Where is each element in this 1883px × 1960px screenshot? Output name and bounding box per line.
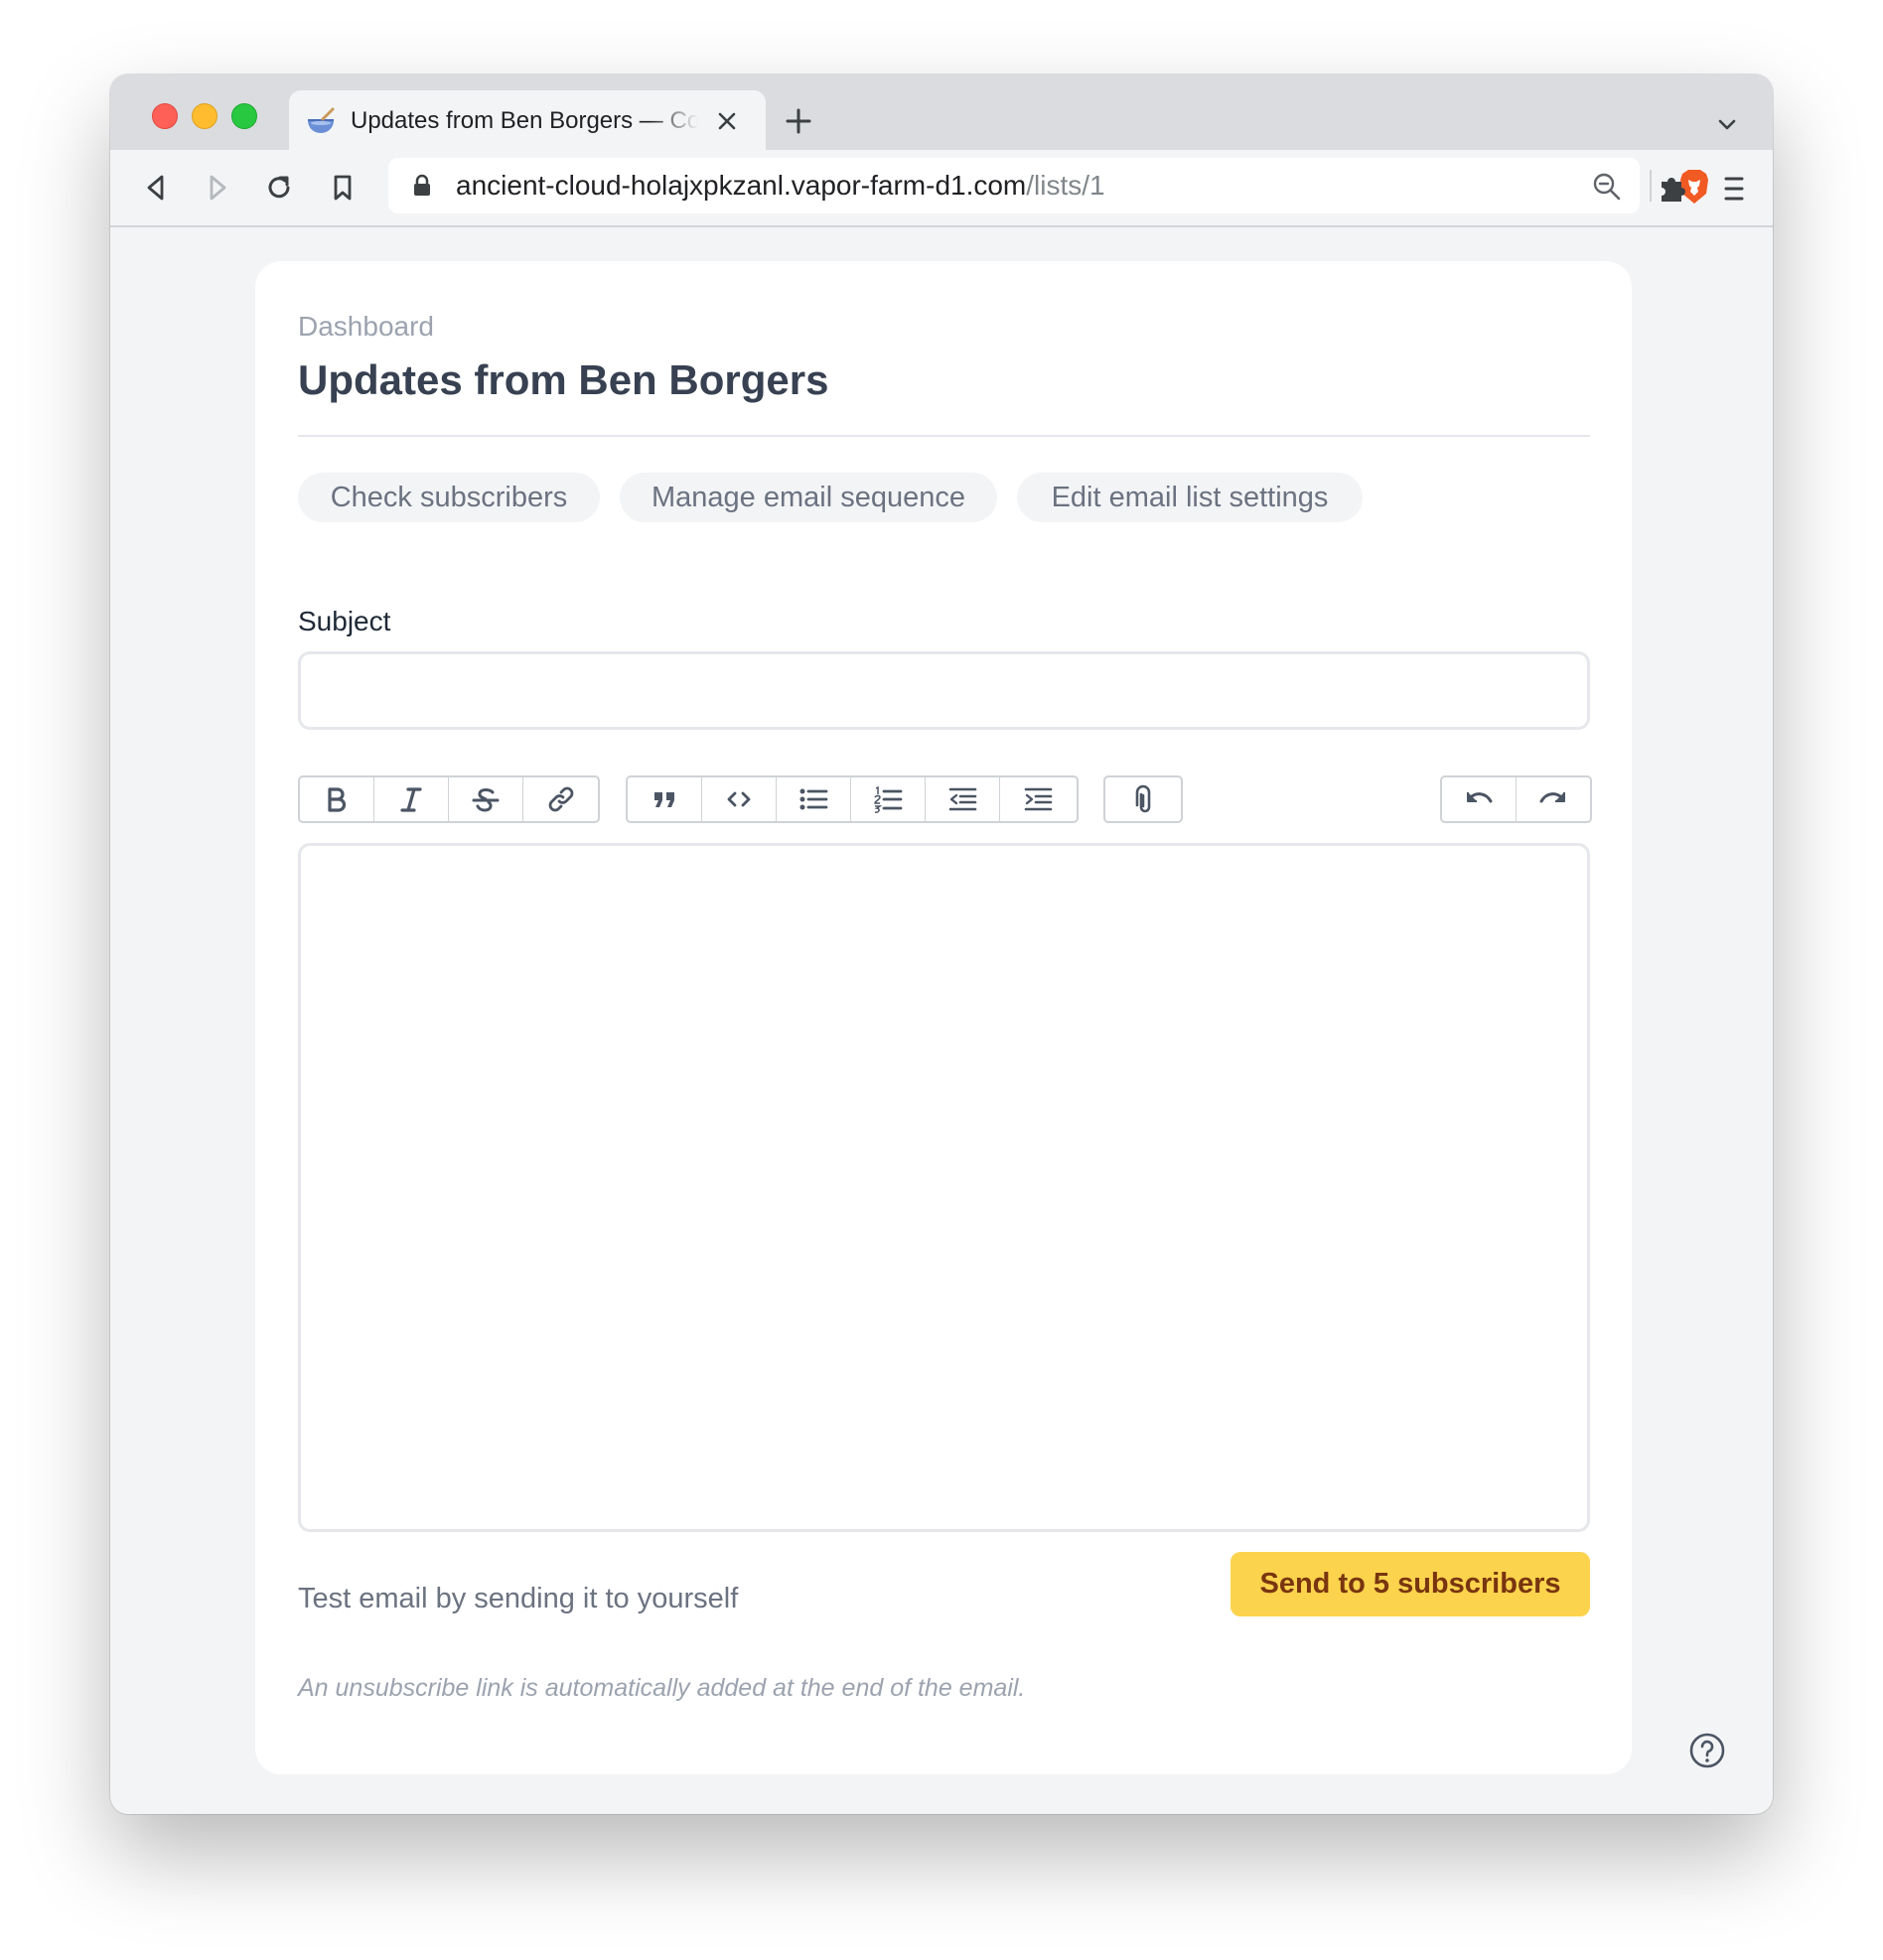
- tab-title: Updates from Ben Borgers — Co: [351, 107, 698, 134]
- close-window-button[interactable]: [152, 103, 178, 129]
- minimize-window-button[interactable]: [192, 103, 217, 129]
- unsubscribe-note: An unsubscribe link is automatically add…: [298, 1674, 1026, 1702]
- check-subscribers-button[interactable]: Check subscribers: [298, 473, 600, 522]
- bowl-icon: [308, 107, 335, 133]
- outdent-button[interactable]: [926, 777, 1000, 821]
- tab-bar: Updates from Ben Borgers — Co: [110, 74, 1773, 150]
- subject-label: Subject: [298, 606, 391, 636]
- link-icon: [548, 786, 573, 812]
- test-email-link[interactable]: Test email by sending it to yourself: [298, 1579, 738, 1618]
- reload-icon[interactable]: [263, 172, 295, 204]
- redo-button[interactable]: [1517, 777, 1591, 821]
- back-icon[interactable]: [140, 172, 172, 204]
- close-icon[interactable]: [714, 108, 740, 134]
- page-title: Updates from Ben Borgers: [298, 356, 829, 403]
- new-tab-icon[interactable]: [784, 106, 813, 136]
- url-text: ancient-cloud-holajxpkzanl.vapor-farm-d1…: [456, 171, 1105, 201]
- title-divider: [298, 435, 1590, 437]
- link-button[interactable]: [523, 777, 598, 821]
- strikethrough-button[interactable]: [449, 777, 523, 821]
- zoom-icon[interactable]: [1592, 172, 1622, 202]
- bullet-list-button[interactable]: [777, 777, 851, 821]
- text-format-group: [298, 775, 600, 823]
- italic-icon: [400, 787, 422, 812]
- help-icon[interactable]: [1687, 1731, 1727, 1770]
- numbered-list-button[interactable]: [851, 777, 926, 821]
- browser-tab[interactable]: Updates from Ben Borgers — Co: [289, 90, 766, 150]
- attach-file-button[interactable]: [1105, 777, 1181, 821]
- code-button[interactable]: [702, 777, 777, 821]
- quote-icon: [654, 792, 674, 807]
- history-group: [1440, 775, 1592, 823]
- paperclip-icon: [1135, 784, 1151, 813]
- main-card: Dashboard Updates from Ben Borgers Check…: [255, 261, 1632, 1774]
- block-format-group: [626, 775, 1079, 823]
- numbered-list-icon: [874, 785, 903, 813]
- bullet-list-icon: [799, 788, 828, 810]
- breadcrumb[interactable]: Dashboard: [298, 309, 434, 345]
- indent-icon: [1024, 787, 1052, 811]
- forward-icon[interactable]: [202, 172, 233, 204]
- send-button[interactable]: Send to 5 subscribers: [1231, 1552, 1590, 1616]
- bold-button[interactable]: [300, 777, 374, 821]
- lock-icon: [414, 174, 430, 196]
- quote-button[interactable]: [628, 777, 702, 821]
- browser-window: Updates from Ben Borgers — Co ancient-cl…: [110, 74, 1773, 1814]
- email-body-editor[interactable]: [298, 843, 1590, 1532]
- bookmark-icon[interactable]: [327, 172, 359, 204]
- zoom-window-button[interactable]: [231, 103, 257, 129]
- subject-input[interactable]: [298, 651, 1590, 730]
- code-icon: [727, 791, 751, 807]
- bold-icon: [328, 787, 347, 812]
- url-host: ancient-cloud-holajxpkzanl.vapor-farm-d1…: [456, 170, 1027, 201]
- undo-button[interactable]: [1442, 777, 1517, 821]
- indent-button[interactable]: [1000, 777, 1075, 821]
- manage-email-sequence-button[interactable]: Manage email sequence: [620, 473, 997, 522]
- outdent-icon: [948, 787, 977, 811]
- edit-email-list-settings-button[interactable]: Edit email list settings: [1017, 473, 1363, 522]
- url-path: /lists/1: [1026, 170, 1105, 201]
- address-bar-divider: [1650, 170, 1652, 202]
- strikethrough-icon: [472, 788, 500, 812]
- extensions-icon[interactable]: [1656, 172, 1689, 206]
- redo-icon: [1539, 792, 1565, 803]
- menu-icon[interactable]: [1719, 172, 1749, 206]
- chevron-down-icon[interactable]: [1715, 112, 1739, 136]
- italic-button[interactable]: [374, 777, 449, 821]
- address-bar[interactable]: ancient-cloud-holajxpkzanl.vapor-farm-d1…: [388, 158, 1708, 213]
- attachment-group: [1103, 775, 1183, 823]
- undo-icon: [1466, 792, 1493, 803]
